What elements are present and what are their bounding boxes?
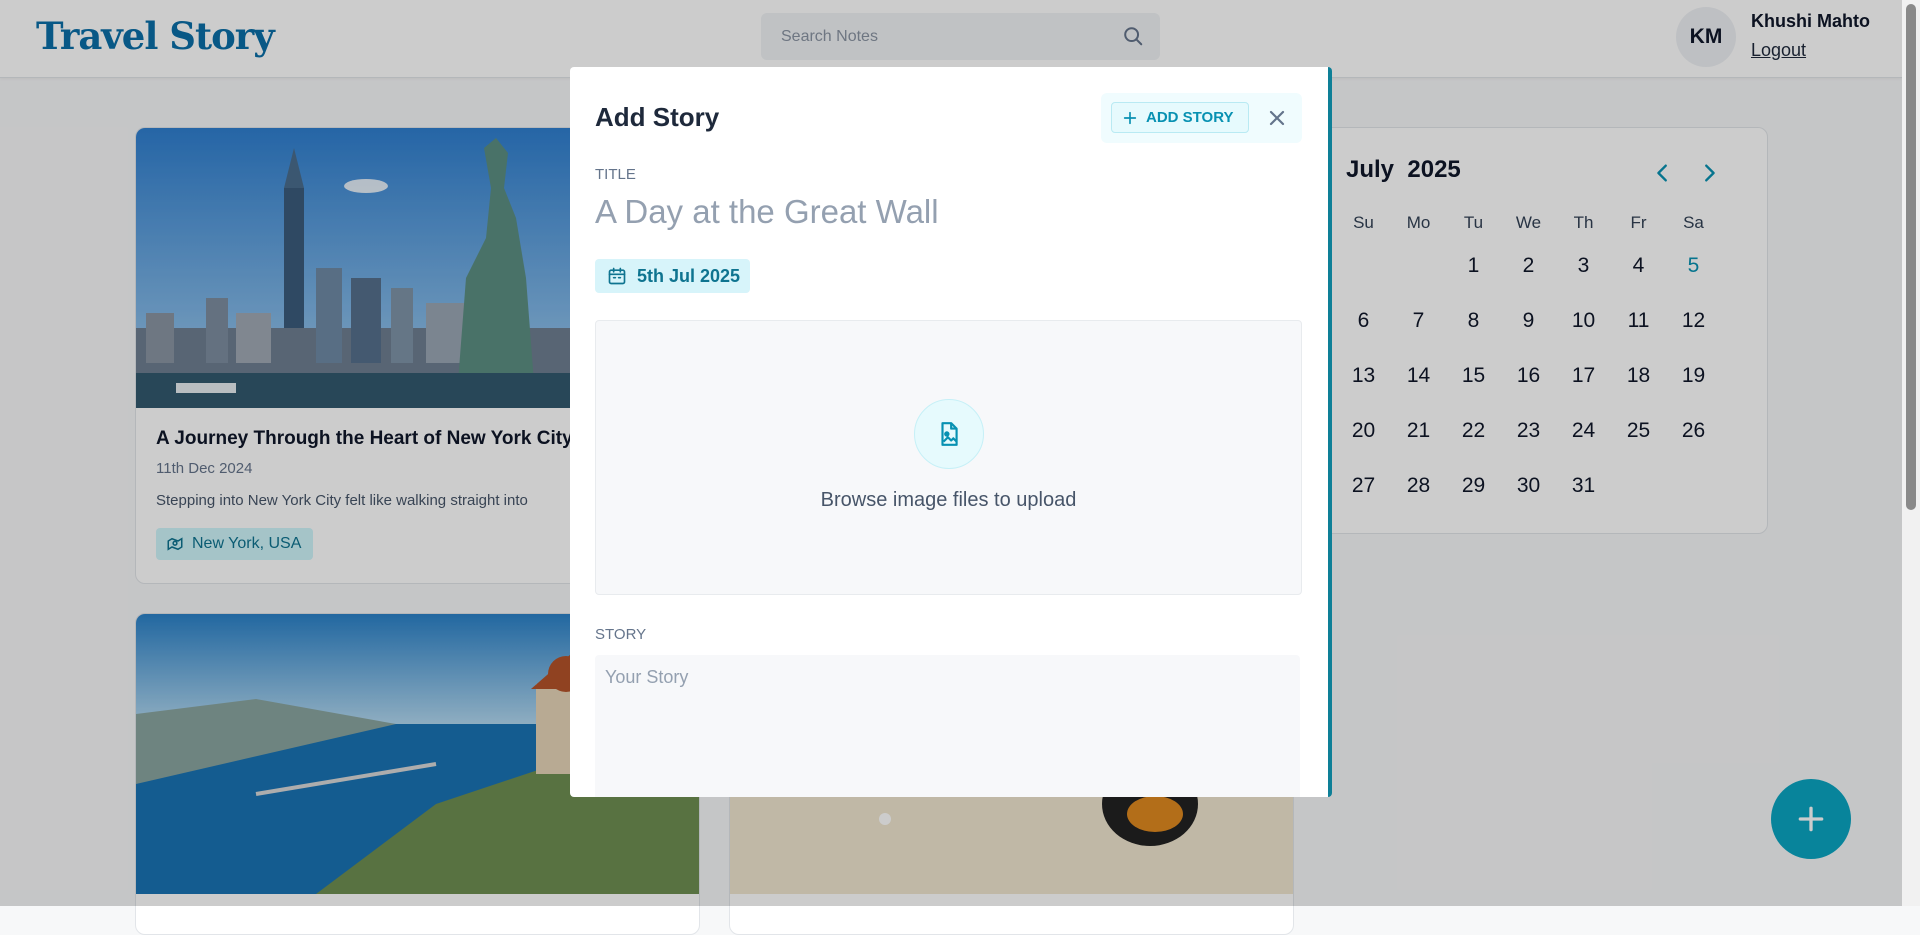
page-scrollbar[interactable] [1902,0,1920,906]
plus-icon [1123,111,1137,124]
selected-date: 5th Jul 2025 [637,265,741,286]
calendar-icon [608,267,626,285]
image-upload-button[interactable] [914,399,984,469]
modal-actions: ADD STORY [1101,93,1302,143]
close-icon[interactable] [1265,106,1289,130]
image-upload-icon [941,422,958,446]
story-textarea[interactable]: Your Story [595,655,1300,797]
date-picker-button[interactable]: 5th Jul 2025 [595,259,751,293]
scrollbar-thumb[interactable] [1906,4,1916,510]
add-story-button-label: ADD STORY [1146,109,1234,126]
upload-hint: Browse image files to upload [820,489,1077,511]
title-input[interactable]: A Day at the Great Wall [595,193,939,231]
add-story-modal: Add Story ADD STORY TITLE A Day at the G… [570,67,1332,797]
image-upload-area[interactable]: Browse image files to upload [595,320,1302,595]
story-placeholder: Your Story [605,667,689,687]
story-label: STORY [595,626,647,643]
add-story-button[interactable]: ADD STORY [1111,102,1249,133]
modal-title: Add Story [595,102,720,132]
title-label: TITLE [595,166,636,183]
